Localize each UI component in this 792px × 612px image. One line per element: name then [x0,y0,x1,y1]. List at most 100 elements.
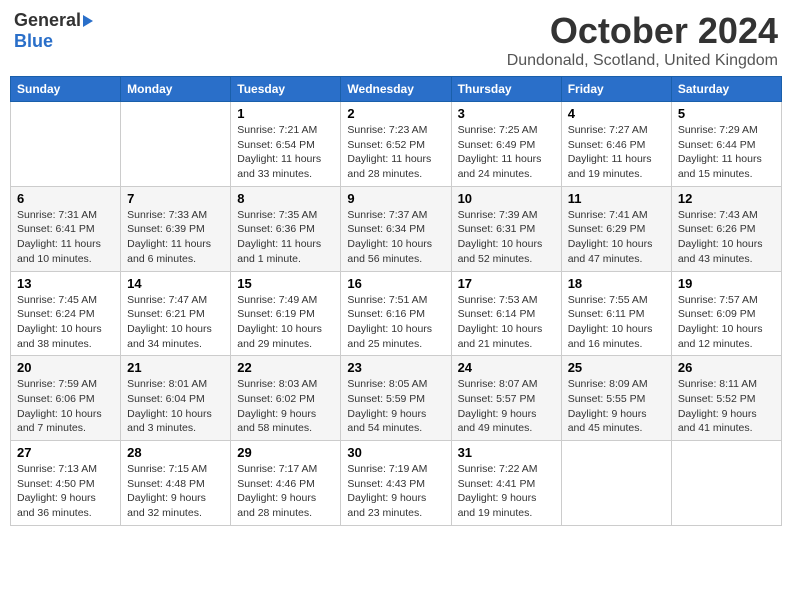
day-detail: Sunrise: 7:25 AM Sunset: 6:49 PM Dayligh… [458,123,555,182]
day-number: 16 [347,276,444,291]
weekday-header-cell: Wednesday [341,77,451,102]
day-detail: Sunrise: 7:53 AM Sunset: 6:14 PM Dayligh… [458,293,555,352]
day-detail: Sunrise: 8:05 AM Sunset: 5:59 PM Dayligh… [347,377,444,436]
calendar-week-row: 6 Sunrise: 7:31 AM Sunset: 6:41 PM Daylig… [11,186,782,271]
day-number: 23 [347,360,444,375]
day-detail: Sunrise: 8:01 AM Sunset: 6:04 PM Dayligh… [127,377,224,436]
day-number: 28 [127,445,224,460]
calendar-cell: 27 Sunrise: 7:13 AM Sunset: 4:50 PM Dayli… [11,441,121,526]
day-number: 31 [458,445,555,460]
day-number: 8 [237,191,334,206]
day-number: 11 [568,191,665,206]
day-detail: Sunrise: 7:33 AM Sunset: 6:39 PM Dayligh… [127,208,224,267]
logo-arrow-icon [83,15,93,27]
calendar-cell: 19 Sunrise: 7:57 AM Sunset: 6:09 PM Dayli… [671,271,781,356]
day-detail: Sunrise: 7:59 AM Sunset: 6:06 PM Dayligh… [17,377,114,436]
day-number: 7 [127,191,224,206]
day-detail: Sunrise: 7:23 AM Sunset: 6:52 PM Dayligh… [347,123,444,182]
calendar-body: 1Sunrise: 7:21 AM Sunset: 6:54 PM Daylig… [11,102,782,526]
day-number: 24 [458,360,555,375]
weekday-header-cell: Thursday [451,77,561,102]
calendar-cell: 10 Sunrise: 7:39 AM Sunset: 6:31 PM Dayli… [451,186,561,271]
calendar-cell [11,102,121,187]
calendar-cell: 18Sunrise: 7:55 AM Sunset: 6:11 PM Dayli… [561,271,671,356]
day-detail: Sunrise: 7:55 AM Sunset: 6:11 PM Dayligh… [568,293,665,352]
calendar-cell: 6 Sunrise: 7:31 AM Sunset: 6:41 PM Daylig… [11,186,121,271]
calendar-cell: 17 Sunrise: 7:53 AM Sunset: 6:14 PM Dayli… [451,271,561,356]
calendar-cell: 21 Sunrise: 8:01 AM Sunset: 6:04 PM Dayli… [121,356,231,441]
day-detail: Sunrise: 7:27 AM Sunset: 6:46 PM Dayligh… [568,123,665,182]
day-number: 13 [17,276,114,291]
day-number: 4 [568,106,665,121]
day-number: 26 [678,360,775,375]
day-detail: Sunrise: 7:31 AM Sunset: 6:41 PM Dayligh… [17,208,114,267]
logo-blue-text: Blue [14,31,53,52]
calendar-cell: 30Sunrise: 7:19 AM Sunset: 4:43 PM Dayli… [341,441,451,526]
day-number: 27 [17,445,114,460]
day-number: 21 [127,360,224,375]
day-detail: Sunrise: 7:35 AM Sunset: 6:36 PM Dayligh… [237,208,334,267]
calendar-cell: 12 Sunrise: 7:43 AM Sunset: 6:26 PM Dayli… [671,186,781,271]
calendar-cell: 23 Sunrise: 8:05 AM Sunset: 5:59 PM Dayli… [341,356,451,441]
day-detail: Sunrise: 7:21 AM Sunset: 6:54 PM Dayligh… [237,123,334,182]
weekday-header-row: SundayMondayTuesdayWednesdayThursdayFrid… [11,77,782,102]
calendar-cell: 13 Sunrise: 7:45 AM Sunset: 6:24 PM Dayli… [11,271,121,356]
day-number: 6 [17,191,114,206]
calendar-cell [121,102,231,187]
calendar-week-row: 27 Sunrise: 7:13 AM Sunset: 4:50 PM Dayli… [11,441,782,526]
day-detail: Sunrise: 7:37 AM Sunset: 6:34 PM Dayligh… [347,208,444,267]
calendar-cell: 7 Sunrise: 7:33 AM Sunset: 6:39 PM Daylig… [121,186,231,271]
calendar-cell [561,441,671,526]
logo: General Blue [14,10,93,52]
weekday-header-cell: Monday [121,77,231,102]
calendar-cell: 22 Sunrise: 8:03 AM Sunset: 6:02 PM Dayli… [231,356,341,441]
weekday-header-cell: Saturday [671,77,781,102]
weekday-header-cell: Sunday [11,77,121,102]
calendar-cell: 2Sunrise: 7:23 AM Sunset: 6:52 PM Daylig… [341,102,451,187]
calendar-cell: 24 Sunrise: 8:07 AM Sunset: 5:57 PM Dayli… [451,356,561,441]
calendar-cell: 5 Sunrise: 7:29 AM Sunset: 6:44 PM Daylig… [671,102,781,187]
day-detail: Sunrise: 7:19 AM Sunset: 4:43 PM Dayligh… [347,462,444,521]
day-detail: Sunrise: 7:45 AM Sunset: 6:24 PM Dayligh… [17,293,114,352]
day-detail: Sunrise: 8:07 AM Sunset: 5:57 PM Dayligh… [458,377,555,436]
calendar-cell: 29Sunrise: 7:17 AM Sunset: 4:46 PM Dayli… [231,441,341,526]
month-title: October 2024 [507,10,778,52]
day-number: 12 [678,191,775,206]
calendar-cell: 31 Sunrise: 7:22 AM Sunset: 4:41 PM Dayli… [451,441,561,526]
day-detail: Sunrise: 7:13 AM Sunset: 4:50 PM Dayligh… [17,462,114,521]
calendar-cell: 20 Sunrise: 7:59 AM Sunset: 6:06 PM Dayli… [11,356,121,441]
day-detail: Sunrise: 8:11 AM Sunset: 5:52 PM Dayligh… [678,377,775,436]
calendar-cell: 8 Sunrise: 7:35 AM Sunset: 6:36 PM Daylig… [231,186,341,271]
day-detail: Sunrise: 7:41 AM Sunset: 6:29 PM Dayligh… [568,208,665,267]
calendar-cell: 11 Sunrise: 7:41 AM Sunset: 6:29 PM Dayli… [561,186,671,271]
day-number: 22 [237,360,334,375]
day-number: 17 [458,276,555,291]
calendar-cell: 26 Sunrise: 8:11 AM Sunset: 5:52 PM Dayli… [671,356,781,441]
day-number: 10 [458,191,555,206]
calendar-cell: 9Sunrise: 7:37 AM Sunset: 6:34 PM Daylig… [341,186,451,271]
day-number: 19 [678,276,775,291]
day-number: 5 [678,106,775,121]
calendar-cell: 1Sunrise: 7:21 AM Sunset: 6:54 PM Daylig… [231,102,341,187]
calendar-week-row: 1Sunrise: 7:21 AM Sunset: 6:54 PM Daylig… [11,102,782,187]
calendar-week-row: 20 Sunrise: 7:59 AM Sunset: 6:06 PM Dayli… [11,356,782,441]
day-detail: Sunrise: 7:57 AM Sunset: 6:09 PM Dayligh… [678,293,775,352]
day-detail: Sunrise: 7:29 AM Sunset: 6:44 PM Dayligh… [678,123,775,182]
page-header: General Blue October 2024 Dundonald, Sco… [10,10,782,70]
day-detail: Sunrise: 7:22 AM Sunset: 4:41 PM Dayligh… [458,462,555,521]
day-number: 20 [17,360,114,375]
title-block: October 2024 Dundonald, Scotland, United… [507,10,778,70]
day-detail: Sunrise: 7:47 AM Sunset: 6:21 PM Dayligh… [127,293,224,352]
day-detail: Sunrise: 8:03 AM Sunset: 6:02 PM Dayligh… [237,377,334,436]
calendar-cell [671,441,781,526]
day-detail: Sunrise: 8:09 AM Sunset: 5:55 PM Dayligh… [568,377,665,436]
location-subtitle: Dundonald, Scotland, United Kingdom [507,52,778,70]
day-detail: Sunrise: 7:49 AM Sunset: 6:19 PM Dayligh… [237,293,334,352]
day-number: 25 [568,360,665,375]
calendar-cell: 16 Sunrise: 7:51 AM Sunset: 6:16 PM Dayli… [341,271,451,356]
day-detail: Sunrise: 7:15 AM Sunset: 4:48 PM Dayligh… [127,462,224,521]
day-detail: Sunrise: 7:43 AM Sunset: 6:26 PM Dayligh… [678,208,775,267]
day-detail: Sunrise: 7:39 AM Sunset: 6:31 PM Dayligh… [458,208,555,267]
day-detail: Sunrise: 7:51 AM Sunset: 6:16 PM Dayligh… [347,293,444,352]
calendar-cell: 28 Sunrise: 7:15 AM Sunset: 4:48 PM Dayli… [121,441,231,526]
